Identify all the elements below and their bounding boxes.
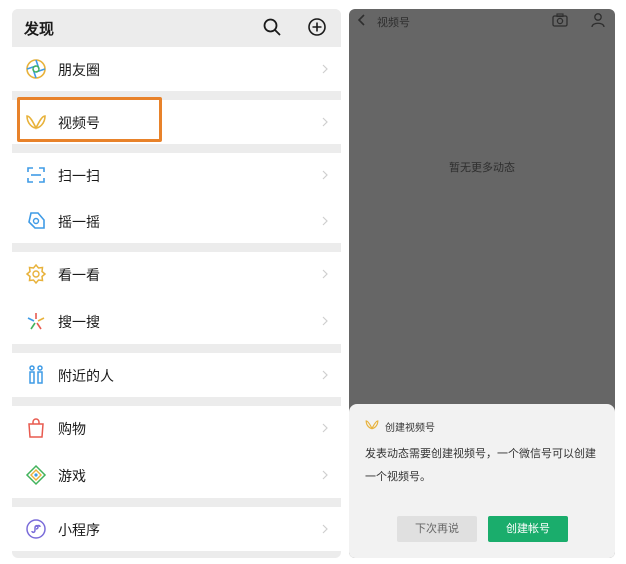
menu-group-4: 看一看 搜一搜 (12, 252, 341, 344)
chevron-right-icon (322, 470, 328, 480)
channels-icon (365, 420, 379, 430)
menu-group-7: 小程序 (12, 507, 341, 551)
search-icon[interactable] (262, 17, 282, 37)
scan-icon (27, 167, 45, 183)
menu-group-3: 扫一扫 摇一摇 (12, 153, 341, 243)
menu-item-shopping[interactable]: 购物 (12, 406, 341, 450)
people-nearby-icon (29, 365, 43, 384)
channels-title: 视频号 (377, 16, 410, 29)
later-button[interactable]: 下次再说 (397, 516, 477, 542)
menu-item-label: 小程序 (58, 523, 100, 539)
chevron-right-icon (322, 64, 328, 74)
menu-item-people-nearby[interactable]: 附近的人 (12, 353, 341, 397)
camera-icon[interactable] (552, 13, 568, 27)
menu-item-label: 朋友圈 (58, 63, 100, 79)
channels-highlight-box (17, 97, 162, 142)
sheet-title: 创建视频号 (385, 423, 435, 434)
shake-icon (28, 212, 45, 229)
discover-panel: 发现 朋友圈 视频号 扫一扫 摇一摇 看一看 搜一搜 附近的人 购物 游戏 小程… (12, 9, 341, 558)
menu-item-mini-program[interactable]: 小程序 (12, 507, 341, 551)
channels-panel: 视频号 暂无更多动态 创建视频号 发表动态需要创建视频号，一个微信号可以创建一个… (349, 9, 615, 558)
menu-item-games[interactable]: 游戏 (12, 453, 341, 497)
discover-header: 发现 (12, 9, 341, 45)
empty-feed-text: 暂无更多动态 (449, 161, 515, 174)
sheet-description: 发表动态需要创建视频号，一个微信号可以创建一个视频号。 (365, 447, 596, 483)
menu-item-moments[interactable]: 朋友圈 (12, 47, 341, 91)
menu-item-shake[interactable]: 摇一摇 (12, 199, 341, 243)
menu-item-label: 游戏 (58, 469, 86, 485)
menu-group-6: 购物 游戏 (12, 406, 341, 498)
search-sparkle-icon (27, 313, 45, 330)
chevron-right-icon (322, 423, 328, 433)
moments-icon (26, 59, 46, 79)
chevron-right-icon (322, 216, 328, 226)
mini-program-icon (26, 519, 46, 539)
chevron-right-icon (322, 269, 328, 279)
create-account-button[interactable]: 创建帐号 (488, 516, 568, 542)
menu-item-top-stories[interactable]: 看一看 (12, 252, 341, 296)
games-icon (25, 464, 47, 486)
menu-item-label: 搜一搜 (58, 315, 100, 331)
back-icon[interactable] (357, 14, 367, 26)
menu-item-label: 扫一扫 (58, 169, 100, 185)
chevron-right-icon (322, 316, 328, 326)
chevron-right-icon (322, 370, 328, 380)
chevron-right-icon (322, 170, 328, 180)
chevron-right-icon (322, 117, 328, 127)
menu-item-label: 摇一摇 (58, 215, 100, 231)
add-icon[interactable] (307, 17, 327, 37)
chevron-right-icon (322, 524, 328, 534)
menu-item-label: 看一看 (58, 268, 100, 284)
profile-icon[interactable] (590, 12, 606, 28)
menu-item-scan[interactable]: 扫一扫 (12, 153, 341, 197)
menu-group-1: 朋友圈 (12, 47, 341, 91)
shopping-bag-icon (28, 418, 44, 438)
menu-group-5: 附近的人 (12, 353, 341, 397)
menu-item-search[interactable]: 搜一搜 (12, 299, 341, 343)
page-title: 发现 (24, 20, 55, 38)
top-stories-icon (25, 263, 47, 285)
menu-item-label: 附近的人 (58, 369, 114, 385)
create-channel-sheet: 创建视频号 发表动态需要创建视频号，一个微信号可以创建一个视频号。 下次再说 创… (349, 404, 615, 558)
menu-item-label: 购物 (58, 422, 86, 438)
